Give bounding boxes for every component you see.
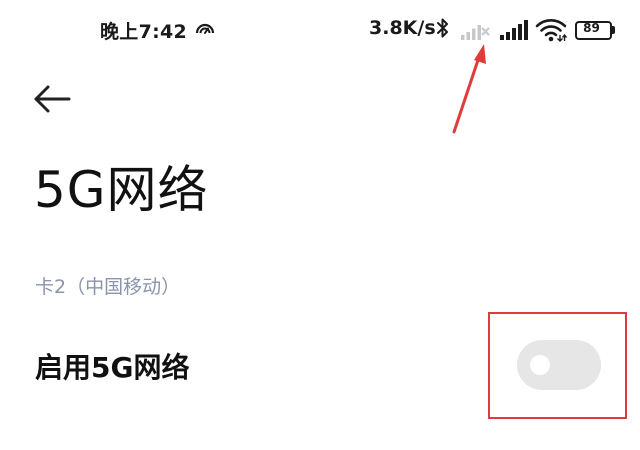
battery-icon: 89: [575, 21, 615, 40]
signal-no-service-icon: [461, 25, 490, 40]
enable-5g-label: 启用5G网络: [35, 351, 190, 384]
signal-full-icon: [500, 20, 528, 40]
network-speed: 3.8K/s: [369, 17, 436, 39]
battery-level: 89: [583, 21, 600, 35]
back-arrow-icon[interactable]: [30, 80, 74, 120]
enable-5g-row[interactable]: 启用5G网络: [0, 330, 640, 410]
sim-card-label: 卡2（中国移动）: [35, 276, 181, 298]
status-time: 晚上7:42: [100, 21, 188, 43]
wifi-icon: [535, 19, 567, 42]
page-title: 5G网络: [34, 161, 209, 219]
enable-5g-toggle[interactable]: [517, 340, 601, 390]
bluetooth-icon: [437, 18, 448, 38]
battery-tip: [612, 26, 615, 34]
toggle-knob: [530, 355, 550, 375]
alarm-icon: [195, 23, 215, 34]
settings-screen: 晚上7:42 3.8K/s 89 5G网络 卡2（中国移动） 启用5G网络: [0, 0, 640, 450]
annotation-arrow: [452, 44, 486, 134]
